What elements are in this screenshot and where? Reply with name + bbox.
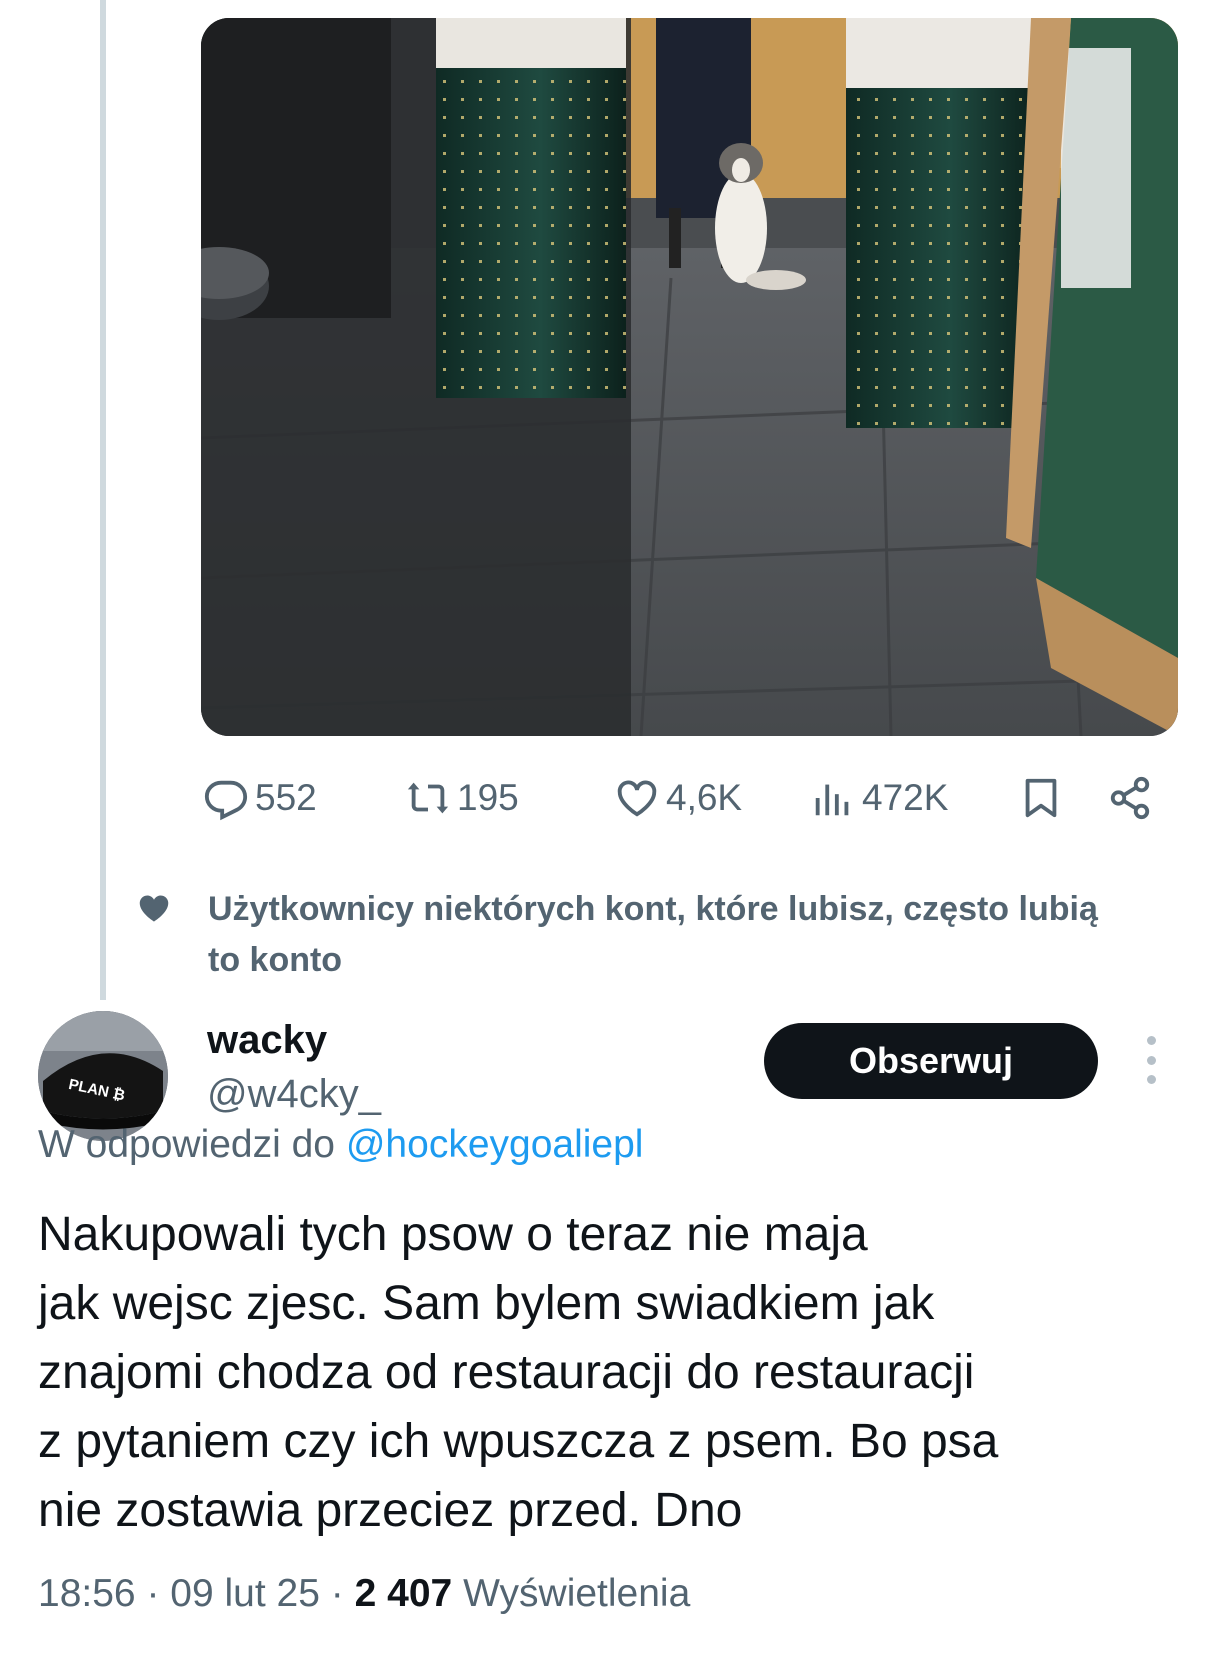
- tweet-text-line: z pytaniem czy ich wpuszcza z psem. Bo p…: [38, 1415, 999, 1468]
- more-icon: [1146, 1036, 1156, 1045]
- views-icon: [815, 784, 849, 816]
- author-display-name[interactable]: wacky: [207, 1018, 327, 1063]
- tweet-action-bar: 552 195 4,6K 472K: [0, 770, 1220, 830]
- retweet-button[interactable]: 195: [405, 770, 519, 826]
- restaurant-dog-photo: [201, 18, 1178, 736]
- like-count: 4,6K: [666, 777, 743, 818]
- reply-prefix: W odpowiedzi do: [38, 1123, 335, 1166]
- views-count: 472K: [862, 777, 949, 818]
- author-handle[interactable]: @w4cky_: [207, 1072, 381, 1117]
- meta-separator: ·: [330, 1572, 344, 1615]
- tweet-text-line: Nakupowali tych psow o teraz nie maja: [38, 1208, 868, 1261]
- reply-icon: [204, 780, 248, 821]
- bookmark-icon: [1025, 778, 1057, 818]
- tweet-text: Nakupowali tych psow o teraz nie maja ja…: [38, 1200, 1178, 1545]
- reply-count: 552: [255, 777, 317, 818]
- retweet-count: 195: [457, 777, 519, 818]
- reply-to-handle-link[interactable]: @hockeygoaliepl: [346, 1123, 644, 1166]
- reply-context: W odpowiedzi do @hockeygoaliepl: [38, 1123, 643, 1167]
- heart-icon: [617, 780, 657, 817]
- tweet-views-label: Wyświetlenia: [463, 1572, 691, 1615]
- more-options-button[interactable]: [1136, 1036, 1166, 1084]
- follow-button[interactable]: Obserwuj: [764, 1023, 1098, 1099]
- reply-button[interactable]: 552: [203, 770, 317, 826]
- heart-filled-icon: [139, 895, 169, 922]
- share-button[interactable]: [1107, 770, 1159, 826]
- tweet-views-count: 2 407: [354, 1572, 453, 1615]
- views-button[interactable]: 472K: [810, 770, 948, 826]
- tweet-photo[interactable]: [201, 18, 1178, 736]
- share-icon: [1110, 776, 1150, 820]
- avatar[interactable]: PLAN ₿: [38, 1011, 168, 1141]
- tweet-date[interactable]: 09 lut 25: [170, 1572, 320, 1615]
- social-context-text: Użytkownicy niektórych kont, które lubis…: [208, 890, 1098, 979]
- bookmark-button[interactable]: [1018, 770, 1070, 826]
- meta-separator: ·: [146, 1572, 160, 1615]
- thread-line: [100, 0, 106, 1000]
- tweet-text-line: jak wejsc zjesc. Sam bylem swiadkiem jak: [38, 1277, 935, 1330]
- tweet-time[interactable]: 18:56: [38, 1572, 136, 1615]
- tweet-text-line: nie zostawia przeciez przed. Dno: [38, 1484, 743, 1537]
- tweet-text-line: znajomi chodza od restauracji do restaur…: [38, 1346, 975, 1399]
- like-button[interactable]: 4,6K: [614, 770, 742, 826]
- tweet-meta: 18:56 · 09 lut 25 · 2 407 Wyświetlenia: [38, 1572, 690, 1616]
- retweet-icon: [407, 782, 449, 814]
- avatar-image: PLAN ₿: [38, 1011, 168, 1141]
